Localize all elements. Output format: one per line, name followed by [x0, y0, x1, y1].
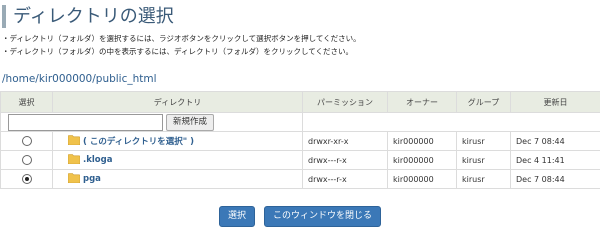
group-cell: kirusr	[456, 169, 511, 189]
owner-cell: kir000000	[387, 150, 457, 170]
directory-link-pga[interactable]: pga	[83, 174, 101, 184]
header-directory: ディレクトリ	[52, 91, 303, 113]
new-folder-row: 新規作成	[0, 112, 600, 132]
group-cell: kirusr	[456, 150, 511, 170]
header-select: 選択	[0, 91, 53, 113]
directory-link-kloga[interactable]: .kloga	[83, 155, 112, 165]
new-folder-spacer	[302, 112, 600, 132]
current-path: /home/kir000000/public_html	[2, 73, 157, 85]
header-owner: オーナー	[387, 91, 457, 113]
header-group: グループ	[456, 91, 511, 113]
folder-icon	[67, 173, 81, 185]
close-window-button[interactable]: このウィンドウを閉じる	[264, 206, 382, 227]
select-button[interactable]: 選択	[218, 206, 255, 227]
select-radio-kloga[interactable]	[21, 155, 32, 165]
action-bar: 選択 このウィンドウを閉じる	[0, 203, 600, 227]
owner-cell: kir000000	[387, 169, 457, 189]
directory-table: 選択 ディレクトリ パーミッション オーナー グループ 更新日 新規作成 ( こ…	[0, 91, 600, 189]
directory-select-page: ディレクトリの選択 ・ディレクトリ（フォルダ）を選択するには、ラジオボタンをクリ…	[0, 0, 600, 244]
permission-cell: drwxr-xr-x	[302, 131, 388, 151]
new-folder-input[interactable]	[8, 113, 163, 131]
folder-icon	[67, 154, 81, 166]
table-header-row: 選択 ディレクトリ パーミッション オーナー グループ 更新日	[0, 91, 600, 113]
directory-link-current[interactable]: ( このディレクトリを選択" )	[83, 137, 194, 147]
table-row: ( このディレクトリを選択" ) drwxr-xr-x kir000000 ki…	[0, 131, 600, 151]
page-title: ディレクトリの選択	[2, 5, 174, 28]
updated-cell: Dec 7 08:44	[510, 131, 600, 151]
instruction-select: ・ディレクトリ（フォルダ）を選択するには、ラジオボタンをクリックして選択ボタンを…	[2, 34, 361, 43]
header-updated: 更新日	[510, 91, 600, 113]
select-radio-current[interactable]	[21, 136, 32, 146]
updated-cell: Dec 4 11:41	[510, 150, 600, 170]
folder-icon	[67, 135, 81, 147]
permission-cell: drwx---r-x	[302, 150, 388, 170]
table-row: .kloga drwx---r-x kir000000 kirusr Dec 4…	[0, 150, 600, 170]
group-cell: kirusr	[456, 131, 511, 151]
permission-cell: drwx---r-x	[302, 169, 388, 189]
owner-cell: kir000000	[387, 131, 457, 151]
instruction-open: ・ディレクトリ（フォルダ）の中を表示するには、ディレクトリ（フォルダ）をクリック…	[2, 47, 353, 56]
header-permission: パーミッション	[302, 91, 388, 113]
table-row: pga drwx---r-x kir000000 kirusr Dec 7 08…	[0, 169, 600, 189]
create-folder-button[interactable]: 新規作成	[166, 113, 215, 131]
select-radio-pga[interactable]	[21, 174, 32, 184]
updated-cell: Dec 7 08:44	[510, 169, 600, 189]
